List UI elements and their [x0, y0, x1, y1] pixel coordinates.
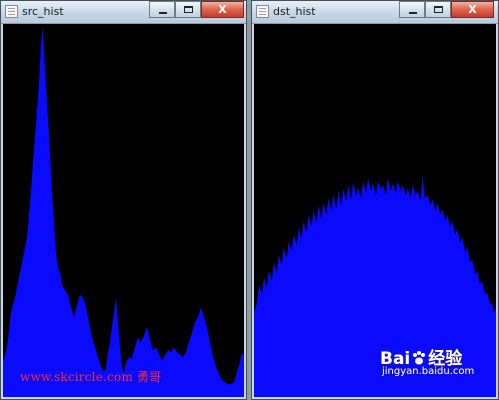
window-title: src_hist	[22, 5, 64, 18]
baidu-logo-url: jingyan.baidu.com	[382, 366, 475, 377]
paw-icon	[413, 351, 426, 365]
window-controls: X	[399, 1, 494, 19]
src-histogram-image	[3, 25, 244, 397]
maximize-button[interactable]	[425, 1, 451, 18]
src-histogram-canvas	[3, 24, 244, 397]
close-icon: X	[218, 3, 227, 16]
close-button[interactable]: X	[201, 1, 244, 18]
desktop: src_hist X dst_hist X www.skcircle.com 勇…	[0, 0, 499, 400]
src-histogram-shape	[3, 25, 244, 397]
close-button[interactable]: X	[451, 1, 494, 18]
dst-histogram-canvas	[254, 24, 496, 397]
maximize-icon	[184, 6, 193, 13]
window-icon	[256, 5, 269, 18]
close-icon: X	[468, 3, 477, 16]
src-hist-window[interactable]: src_hist X	[0, 0, 247, 400]
dst-hist-window[interactable]: dst_hist X	[251, 0, 499, 400]
maximize-icon	[434, 6, 443, 13]
dst-histogram-image	[254, 175, 496, 397]
window-controls: X	[149, 1, 244, 19]
minimize-icon	[159, 12, 167, 14]
baidu-jingyan-logo: Bai 经验 jingyan.baidu.com	[380, 344, 480, 386]
title-bar[interactable]: src_hist X	[1, 1, 246, 24]
minimize-icon	[409, 12, 417, 14]
minimize-button[interactable]	[399, 1, 425, 18]
window-title: dst_hist	[273, 5, 316, 18]
minimize-button[interactable]	[149, 1, 175, 18]
title-bar[interactable]: dst_hist X	[252, 1, 498, 24]
window-icon	[5, 5, 18, 18]
watermark-text: www.skcircle.com 勇哥	[20, 370, 162, 384]
maximize-button[interactable]	[175, 1, 201, 18]
